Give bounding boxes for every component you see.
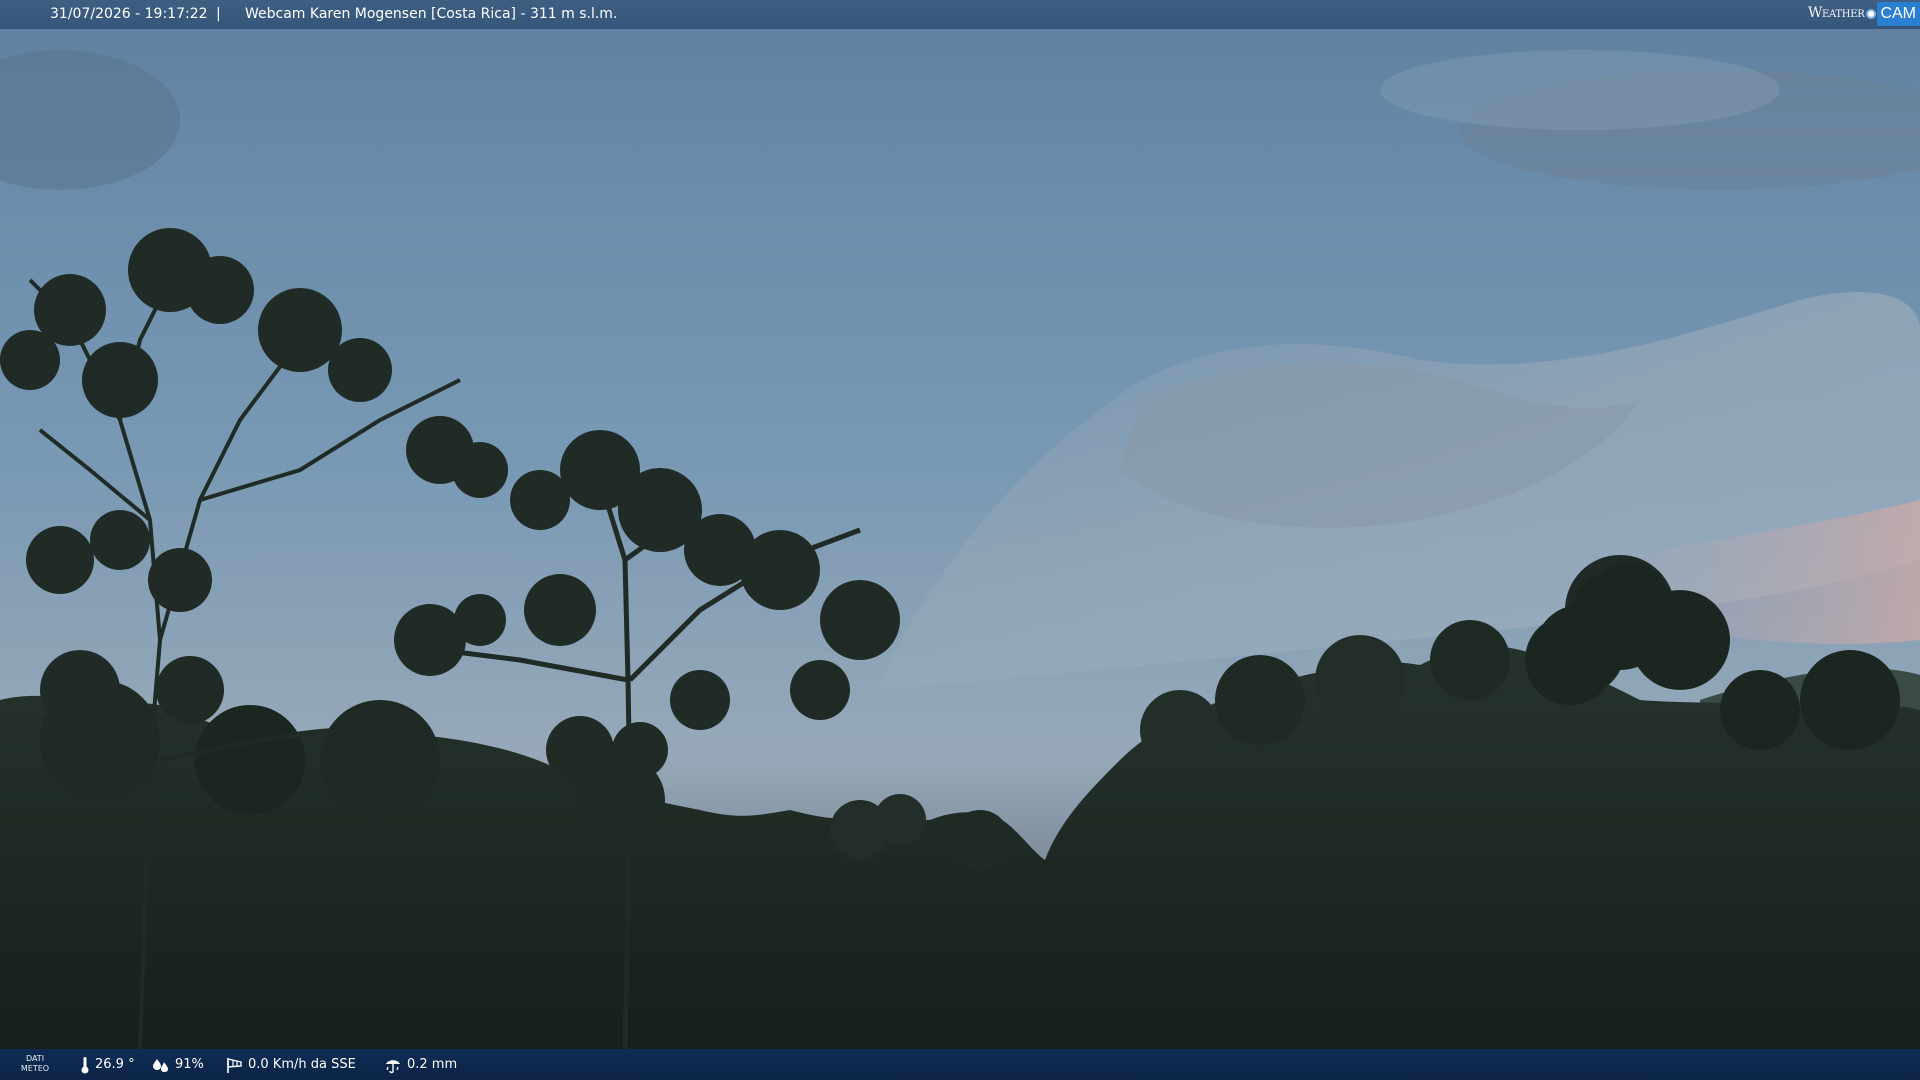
thermometer-icon bbox=[81, 1056, 89, 1073]
weathercam-logo: Weather CAM bbox=[1808, 0, 1920, 27]
header-bar: 31/07/2026 - 19:17:22 | Webcam Karen Mog… bbox=[0, 0, 1920, 29]
header-separator: | bbox=[216, 6, 221, 22]
brand-cam-text: CAM bbox=[1877, 1, 1920, 26]
humidity-value: 91% bbox=[175, 1057, 204, 1072]
windsock-icon bbox=[227, 1057, 242, 1073]
dati-line2: METEO bbox=[20, 1064, 50, 1073]
humidity-drops-icon bbox=[153, 1058, 168, 1072]
wind-value: 0.0 Km/h da SSE bbox=[248, 1057, 356, 1072]
rain-item: 0.2 mm bbox=[384, 1049, 457, 1080]
rain-gauge-icon bbox=[386, 1059, 400, 1073]
datetime-label: 31/07/2026 - 19:17:22 bbox=[50, 6, 208, 22]
wind-item: 0.0 Km/h da SSE bbox=[225, 1049, 356, 1080]
dati-meteo-label: DATI METEO bbox=[16, 1054, 54, 1074]
webcam-title: Webcam Karen Mogensen [Costa Rica] - 311… bbox=[245, 6, 618, 22]
temperature-item: 26.9 ° bbox=[80, 1049, 135, 1080]
meteo-bar: DATI METEO 26.9 ° 91% 0.0 Km/h da SSE 0.… bbox=[0, 1049, 1920, 1080]
dati-line1: DATI bbox=[25, 1054, 45, 1063]
rain-value: 0.2 mm bbox=[407, 1057, 458, 1072]
brand-weather-text: Weather bbox=[1807, 5, 1865, 21]
landscape-scene bbox=[0, 50, 1920, 1051]
humidity-item: 91% bbox=[152, 1049, 204, 1080]
temperature-value: 26.9 ° bbox=[95, 1057, 135, 1072]
brand-dot-icon bbox=[1866, 8, 1877, 19]
webcam-image bbox=[0, 0, 1920, 1080]
